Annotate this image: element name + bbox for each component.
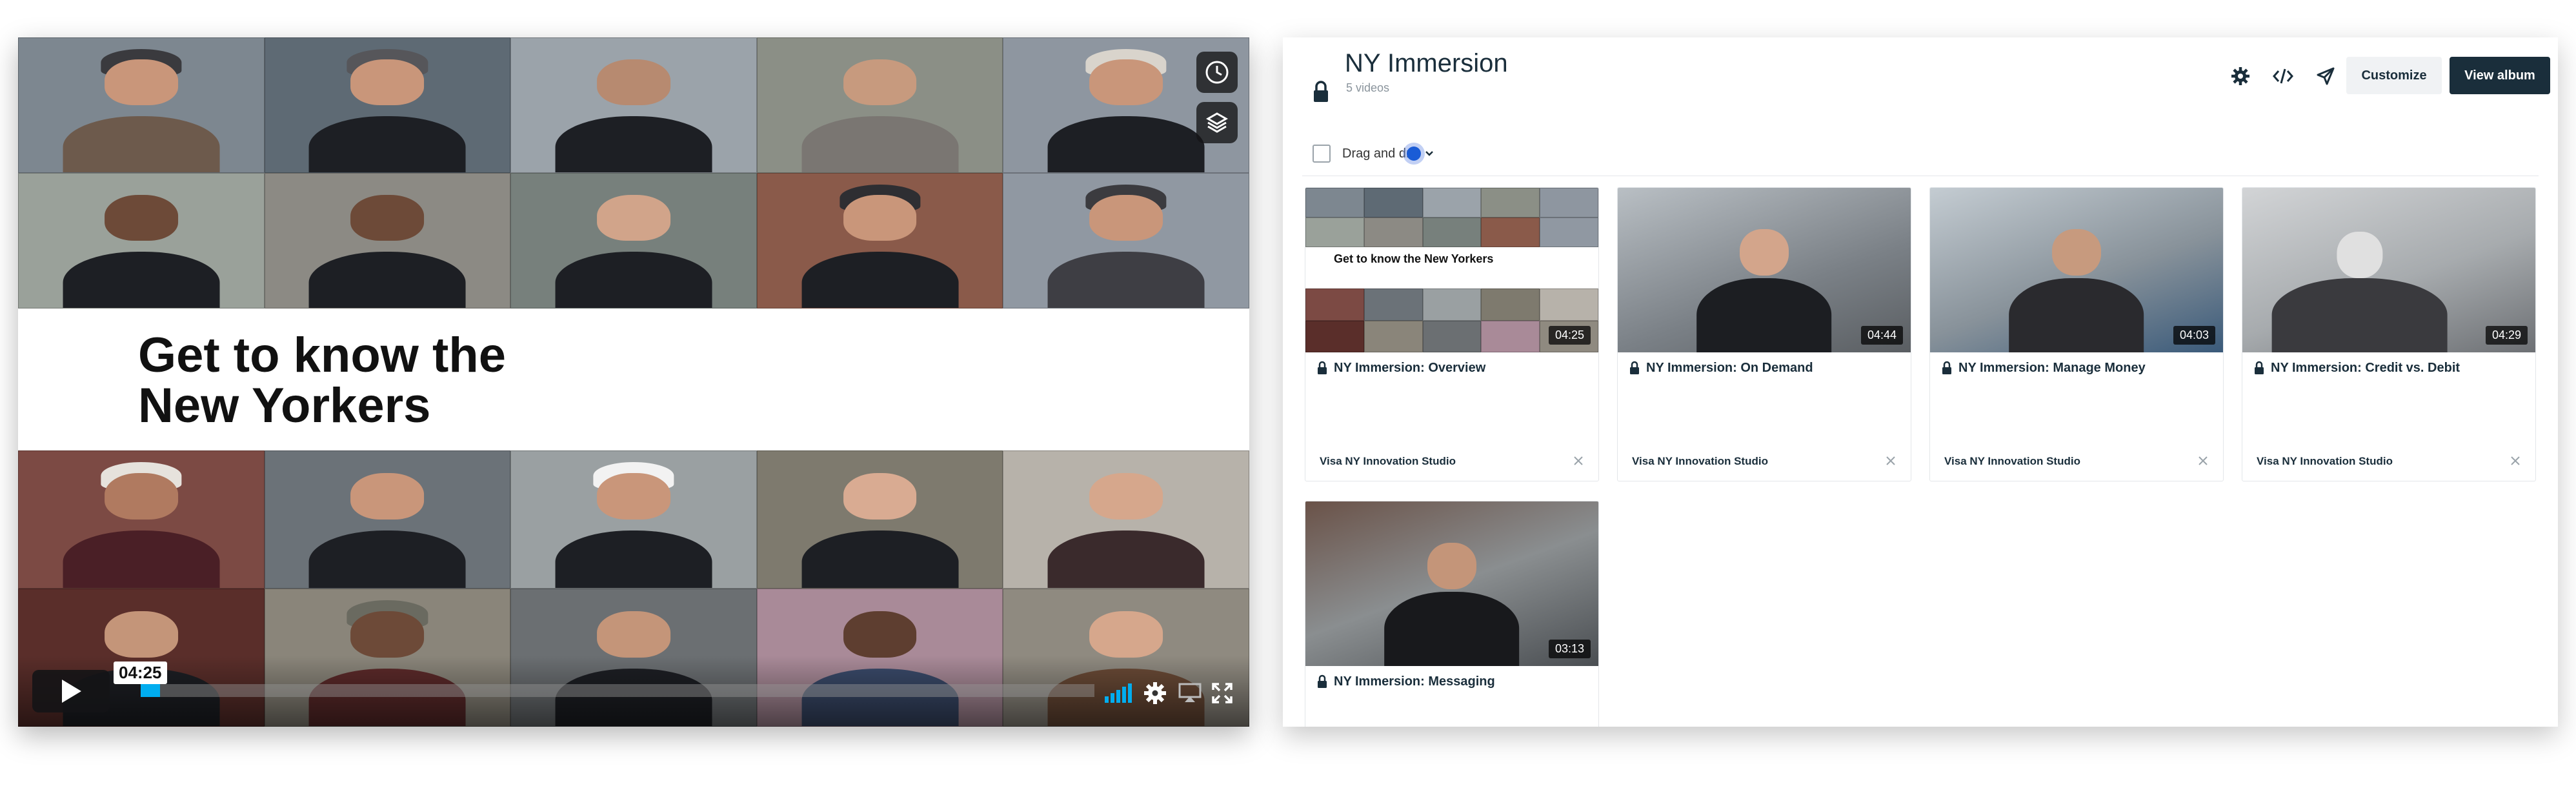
fullscreen-icon xyxy=(1212,683,1233,703)
time-tooltip: 04:25 xyxy=(114,662,167,684)
thumb-person xyxy=(2271,224,2448,352)
album-video-count: 5 videos xyxy=(1346,81,1390,94)
collage-tile xyxy=(756,37,1003,173)
layers-icon xyxy=(1205,112,1229,133)
progress-fill xyxy=(141,684,160,697)
video-owner[interactable]: Visa NY Innovation Studio xyxy=(2257,455,2393,468)
collage-tile xyxy=(18,450,265,589)
customize-button[interactable]: Customize xyxy=(2346,57,2442,94)
collage-tile xyxy=(510,173,757,308)
collage-tile xyxy=(1003,173,1249,308)
drag-toggle[interactable] xyxy=(1406,146,1421,161)
lock-icon xyxy=(1314,81,1328,102)
video-player[interactable]: Get to know the New Yorkers 04:25 xyxy=(18,37,1249,727)
share-button[interactable] xyxy=(2313,63,2339,89)
lock-icon xyxy=(1630,361,1639,374)
drag-and-drop-label: Drag and dr xyxy=(1342,146,1411,161)
progress-bar[interactable] xyxy=(141,684,1094,697)
video-thumbnail[interactable]: 03:13 xyxy=(1305,501,1598,666)
embed-button[interactable] xyxy=(2270,63,2296,89)
video-owner[interactable]: Visa NY Innovation Studio xyxy=(1320,455,1456,468)
album-title: NY Immersion xyxy=(1345,49,1508,77)
play-button[interactable] xyxy=(32,670,110,712)
fullscreen-button[interactable] xyxy=(1208,679,1236,707)
thumb-person xyxy=(1384,538,1520,666)
video-duration: 04:44 xyxy=(1860,326,1903,345)
video-owner[interactable]: Visa NY Innovation Studio xyxy=(1632,455,1768,468)
video-thumbnail[interactable]: 04:44 xyxy=(1618,188,1911,352)
video-thumbnail[interactable]: 04:29 xyxy=(2242,188,2535,352)
video-title[interactable]: NY Immersion: Messaging xyxy=(1334,674,1495,689)
close-icon xyxy=(1886,456,1895,465)
clock-icon xyxy=(1205,61,1229,84)
lock-icon xyxy=(1318,361,1327,374)
video-card[interactable]: 04:44 NY Immersion: On Demand Visa NY In… xyxy=(1617,187,1911,481)
thumb-title: Get to know the New Yorkers xyxy=(1334,252,1494,265)
video-duration: 04:03 xyxy=(2173,326,2215,345)
collage-tile xyxy=(510,37,757,173)
collage-tile xyxy=(510,450,757,589)
remove-video-button[interactable] xyxy=(1570,452,1587,469)
collage-tile xyxy=(756,450,1003,589)
video-title-line-2: New Yorkers xyxy=(138,378,431,433)
play-icon xyxy=(62,680,81,703)
send-icon xyxy=(2317,67,2335,85)
collage-tile xyxy=(264,173,511,308)
title-band: Get to know the New Yorkers xyxy=(18,308,1249,450)
video-card[interactable]: 04:29 NY Immersion: Credit vs. Debit Vis… xyxy=(2242,187,2536,481)
collage-tile xyxy=(18,173,265,308)
remove-video-button[interactable] xyxy=(2507,452,2524,469)
video-thumbnail[interactable]: Get to know the New Yorkers 04:25 xyxy=(1305,188,1598,352)
gear-icon xyxy=(1144,682,1166,704)
chevron-down-icon[interactable] xyxy=(1425,150,1434,157)
video-title[interactable]: NY Immersion: Credit vs. Debit xyxy=(2271,361,2460,376)
collage-tile xyxy=(18,37,265,173)
airplay-icon xyxy=(1178,683,1202,702)
collage-tile xyxy=(1003,450,1249,589)
collage-tile xyxy=(264,37,511,173)
settings-button[interactable] xyxy=(1141,679,1169,707)
select-all-checkbox[interactable] xyxy=(1313,145,1331,163)
lock-icon xyxy=(2255,361,2264,374)
collections-button[interactable] xyxy=(1196,102,1238,143)
album-settings-button[interactable] xyxy=(2228,63,2253,89)
quality-button[interactable] xyxy=(1105,679,1133,707)
gear-icon xyxy=(2231,67,2249,85)
remove-video-button[interactable] xyxy=(1882,452,1899,469)
thumb-collage-top xyxy=(1305,188,1598,247)
airplay-button[interactable] xyxy=(1176,679,1204,707)
video-duration: 04:25 xyxy=(1548,326,1591,345)
video-owner[interactable]: Visa NY Innovation Studio xyxy=(1944,455,2080,468)
video-title-line-1: Get to know the xyxy=(138,328,506,383)
album-panel: NY Immersion 5 videos Customize View alb… xyxy=(1283,37,2558,727)
video-duration: 03:13 xyxy=(1548,640,1591,658)
view-album-button[interactable]: View album xyxy=(2450,57,2550,94)
video-thumbnail[interactable]: 04:03 xyxy=(1930,188,2223,352)
watch-later-button[interactable] xyxy=(1196,52,1238,93)
video-title[interactable]: NY Immersion: On Demand xyxy=(1646,361,1813,376)
video-card[interactable]: 03:13 NY Immersion: Messaging xyxy=(1305,501,1599,727)
drag-and-drop-row: Drag and dr xyxy=(1313,141,1434,167)
code-icon xyxy=(2273,68,2293,84)
thumb-person xyxy=(2009,224,2144,352)
video-title[interactable]: NY Immersion: Overview xyxy=(1334,361,1485,376)
close-icon xyxy=(1574,456,1583,465)
remove-video-button[interactable] xyxy=(2195,452,2211,469)
lock-icon xyxy=(1942,361,1951,374)
collage-tile xyxy=(756,173,1003,308)
video-duration: 04:29 xyxy=(2485,326,2528,345)
people-collage-top xyxy=(18,37,1249,308)
video-card[interactable]: Get to know the New Yorkers 04:25 NY Imm… xyxy=(1305,187,1599,481)
video-title[interactable]: NY Immersion: Manage Money xyxy=(1958,361,2146,376)
video-title: Get to know the New Yorkers xyxy=(138,330,719,431)
thumb-person xyxy=(1696,224,1832,352)
lock-icon xyxy=(1318,674,1327,688)
signal-bars-icon xyxy=(1105,683,1132,703)
collage-tile xyxy=(264,450,511,589)
close-icon xyxy=(2511,456,2520,465)
close-icon xyxy=(2199,456,2208,465)
video-card[interactable]: 04:03 NY Immersion: Manage Money Visa NY… xyxy=(1929,187,2224,481)
